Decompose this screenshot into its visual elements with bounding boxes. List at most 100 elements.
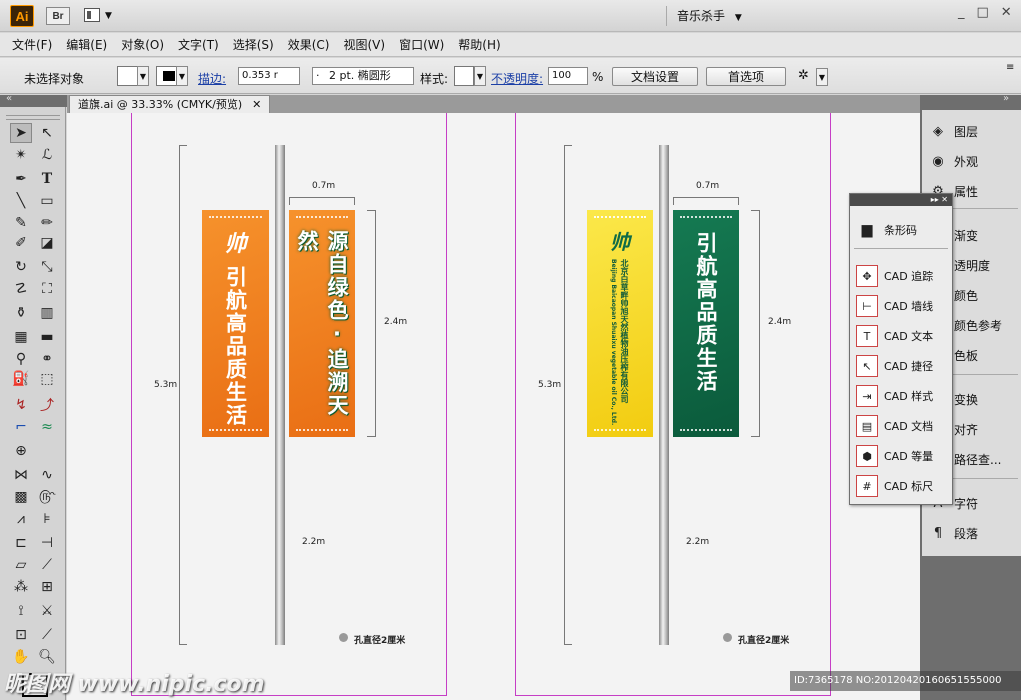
lasso-tool-icon[interactable]: ℒ — [36, 145, 58, 165]
live-paint-bucket-tool-icon[interactable]: ⛽ — [10, 369, 32, 389]
cad-wave-tool-icon[interactable]: ≈ — [36, 417, 58, 437]
menu-view[interactable]: 视图(V) — [343, 36, 385, 53]
mesh-tool-icon[interactable]: ▦ — [10, 327, 32, 347]
menu-edit[interactable]: 编辑(E) — [66, 36, 107, 53]
live-paint-selection-tool-icon[interactable]: ⬚ — [36, 369, 58, 389]
scatter-tool-icon[interactable]: ⁂ — [10, 577, 32, 597]
zoom-tool-icon[interactable]: 🔍︎ — [36, 647, 58, 667]
cad-ruler-button[interactable]: # CAD 标尺 — [856, 474, 950, 498]
barcode-button[interactable]: ▆ 条形码 — [856, 218, 950, 242]
document-setup-button[interactable]: 文档设置 — [612, 67, 698, 86]
collapse-icon[interactable]: « — [6, 93, 12, 104]
divide-tool-icon[interactable]: ⊣ — [36, 533, 58, 553]
line-tool-icon[interactable]: ╲ — [10, 191, 32, 211]
warp-tool-icon[interactable]: ☡ — [10, 279, 32, 299]
pen-tool-icon[interactable]: ✒ — [10, 169, 32, 189]
menu-select[interactable]: 选择(S) — [233, 36, 274, 53]
menu-object[interactable]: 对象(O) — [121, 36, 164, 53]
menu-type[interactable]: 文字(T) — [178, 36, 219, 53]
distribute-tool-icon[interactable]: ⊞ — [36, 577, 58, 597]
opacity-field[interactable]: 100 — [548, 67, 588, 85]
gradient-tool-icon[interactable]: ▬ — [36, 327, 58, 347]
cad-wall-button[interactable]: ⊢ CAD 墙线 — [856, 294, 950, 318]
blend-tool-icon[interactable]: ⚭ — [36, 349, 58, 369]
style-swatch[interactable] — [454, 66, 474, 86]
pencil-tool-icon[interactable]: ✏ — [36, 213, 58, 233]
stroke-dropdown[interactable]: ▼ — [176, 66, 188, 86]
bridge-button[interactable]: Br — [46, 7, 70, 25]
stroke-label[interactable]: 描边: — [198, 70, 226, 87]
opacity-label[interactable]: 不透明度: — [491, 70, 543, 87]
menu-window[interactable]: 窗口(W) — [399, 36, 444, 53]
symbol-sprayer-tool-icon[interactable]: ⚱ — [10, 303, 32, 323]
wave-tool-icon[interactable]: ∿ — [36, 465, 58, 485]
blob-brush-tool-icon[interactable]: ✐ — [10, 233, 32, 253]
artboard-tool-icon[interactable]: ⊡ — [10, 625, 32, 645]
envelope-tool-icon[interactable]: ⋈ — [10, 465, 32, 485]
arrange-icon — [84, 8, 100, 22]
crop-tool-icon[interactable]: ⊏ — [10, 533, 32, 553]
slice-tool-icon[interactable]: ⟋ — [36, 625, 58, 645]
eraser-tool-icon[interactable]: ◪ — [36, 233, 58, 253]
dock-item-layers[interactable]: ◈ 图层 — [930, 120, 978, 142]
cad-equal-button[interactable]: ⬢ CAD 等量 — [856, 444, 950, 468]
free-transform-tool-icon[interactable]: ⛶ — [36, 279, 58, 299]
style-dropdown[interactable]: ▼ — [474, 66, 486, 86]
banner-yellow-company: 帅 北京白草畔帅旭天然植物油压榨有限公司 Beijing Baicaopan S… — [587, 210, 653, 437]
dock-item-appearance[interactable]: ◉ 外观 — [930, 150, 978, 172]
fill-dropdown[interactable]: ▼ — [137, 66, 149, 86]
selection-tool-icon[interactable]: ➤ — [10, 123, 32, 143]
brand-logo: 帅 — [224, 231, 247, 257]
cad-curve-tool-icon[interactable]: ⤴ — [36, 395, 58, 415]
cad-style-button[interactable]: ⇥ CAD 样式 — [856, 384, 950, 408]
select-similar-icon[interactable]: ✲ — [798, 68, 816, 86]
rotate-tool-icon[interactable]: ↻ — [10, 257, 32, 277]
menu-help[interactable]: 帮助(H) — [458, 36, 500, 53]
rectangle-tool-icon[interactable]: ▭ — [36, 191, 58, 211]
cad-corner-tool-icon[interactable]: ⌐ — [10, 417, 32, 437]
cad-trace-button[interactable]: ✥ CAD 追踪 — [856, 264, 950, 288]
panel-menu-icon[interactable]: ≡ — [1006, 62, 1014, 73]
maximize-button[interactable]: □ — [977, 5, 989, 25]
eyedropper-tool-icon[interactable]: ⚲ — [10, 349, 32, 369]
cad-panel-header[interactable]: ▸▸ ✕ — [850, 194, 952, 206]
measure-tool-icon[interactable]: ⟟ — [10, 601, 32, 621]
scale-tool-icon[interactable]: ⤡ — [36, 257, 58, 277]
canvas[interactable]: 5.3m 0.7m 2.4m 2.2m 孔直径2厘米 帅 引航高品质生活 源自绿… — [67, 113, 920, 700]
toolbar-grip[interactable] — [6, 115, 60, 120]
cad-trace-tool-icon[interactable]: ↯ — [10, 395, 32, 415]
spiral-tool-icon[interactable]: ௹ — [36, 487, 58, 507]
zigzag-tool-icon[interactable]: ⩘ — [10, 509, 32, 529]
knife-tool-icon[interactable]: ⚔ — [36, 601, 58, 621]
close-button[interactable]: ✕ — [1001, 5, 1012, 25]
target-tool-icon[interactable]: ⊕ — [10, 441, 32, 461]
illustrator-logo[interactable]: Ai — [10, 5, 34, 27]
slant-tool-icon[interactable]: ⟋ — [36, 555, 58, 575]
select-similar-dropdown[interactable]: ▼ — [816, 68, 828, 86]
dock-item-paragraph[interactable]: ¶ 段落 — [930, 522, 978, 544]
cad-shortcut-button[interactable]: ↖ CAD 捷径 — [856, 354, 950, 378]
close-tab-icon[interactable]: ✕ — [252, 96, 261, 114]
stroke-weight-field[interactable]: 0.353 r — [238, 67, 300, 85]
direct-selection-tool-icon[interactable]: ↖ — [36, 123, 58, 143]
skew-tool-icon[interactable]: ▱ — [10, 555, 32, 575]
brush-definition-field[interactable]: · 2 pt. 椭圆形 — [312, 67, 414, 85]
magic-wand-tool-icon[interactable]: ✴ — [10, 145, 32, 165]
arrange-documents-button[interactable]: ▼ — [84, 8, 116, 24]
grid-tool-icon[interactable]: ▩ — [10, 487, 32, 507]
align-tool-icon[interactable]: ⊧ — [36, 509, 58, 529]
column-graph-tool-icon[interactable]: ▥ — [36, 303, 58, 323]
minimize-button[interactable]: _ — [958, 5, 965, 25]
preferences-button[interactable]: 首选项 — [706, 67, 786, 86]
expand-icon[interactable]: » — [1003, 93, 1009, 104]
menu-file[interactable]: 文件(F) — [12, 36, 52, 53]
type-tool-icon[interactable]: T — [36, 169, 58, 189]
cad-text-button[interactable]: T CAD 文本 — [856, 324, 950, 348]
cad-doc-button[interactable]: ▤ CAD 文档 — [856, 414, 950, 438]
workspace-switcher[interactable]: 音乐杀手 ▼ — [666, 6, 754, 26]
dimension-total-height — [179, 145, 187, 645]
hand-tool-icon[interactable]: ✋ — [10, 647, 32, 667]
menu-effect[interactable]: 效果(C) — [288, 36, 330, 53]
paintbrush-tool-icon[interactable]: ✎ — [10, 213, 32, 233]
document-tab[interactable]: 道旗.ai @ 33.33% (CMYK/预览) ✕ — [69, 95, 271, 114]
